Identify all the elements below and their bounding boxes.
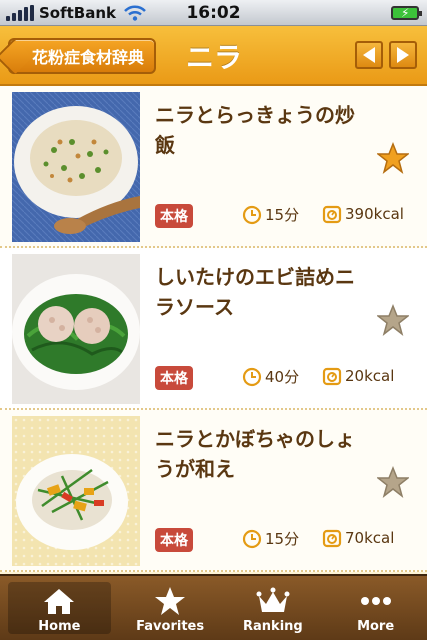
more-dots-icon [360, 597, 391, 605]
calories: 390kcal [322, 204, 404, 224]
recipe-photo-pumpkin [12, 416, 140, 566]
tab-ranking[interactable]: Ranking [222, 576, 325, 640]
cooking-time-value: 40分 [265, 368, 300, 386]
battery-icon: ⚡ [391, 6, 422, 20]
scale-icon [322, 367, 342, 386]
recipe-row[interactable]: しいたけのエビ詰めニラソース 本格 40分 20kcal [0, 248, 427, 410]
back-button[interactable]: 花粉症食材辞典 [8, 38, 157, 74]
tab-label: Favorites [136, 619, 205, 634]
favorite-star-icon[interactable] [377, 466, 409, 498]
crown-icon [256, 587, 290, 612]
calories-value: 390kcal [345, 205, 404, 223]
recipe-photo-fried-rice [12, 92, 140, 242]
recipe-title: ニラとかぼちゃのしょうが和え [155, 427, 355, 481]
clock-icon [242, 367, 262, 386]
clock-icon [242, 205, 262, 224]
tab-home[interactable]: Home [8, 582, 111, 634]
calories-value: 70kcal [345, 529, 395, 547]
cooking-time-value: 15分 [265, 206, 300, 224]
next-button[interactable] [389, 41, 417, 69]
calories: 20kcal [322, 366, 394, 386]
calories: 70kcal [322, 528, 394, 548]
difficulty-badge: 本格 [155, 528, 193, 552]
calories-value: 20kcal [345, 367, 395, 385]
difficulty-badge: 本格 [155, 204, 193, 228]
cooking-time: 15分 [242, 204, 299, 225]
recipe-list[interactable]: ニラとらっきょうの炒飯 本格 15分 390kcal しいたけのエビ詰めニラソー… [0, 86, 427, 574]
star-icon [155, 587, 186, 615]
tab-bar: Home Favorites Ranking More [0, 574, 427, 640]
navigation-bar: 花粉症食材辞典 ニラ [0, 26, 427, 86]
recipe-title: ニラとらっきょうの炒飯 [155, 103, 355, 157]
tab-label: Home [38, 619, 81, 634]
difficulty-badge: 本格 [155, 366, 193, 390]
left-arrow-icon [363, 47, 375, 63]
recipe-photo-shiitake [12, 254, 140, 404]
recipe-title: しいたけのエビ詰めニラソース [155, 265, 355, 319]
recipe-row[interactable]: ニラとらっきょうの炒飯 本格 15分 390kcal [0, 86, 427, 248]
tab-favorites[interactable]: Favorites [119, 576, 222, 640]
previous-button[interactable] [355, 41, 383, 69]
favorite-star-icon[interactable] [377, 304, 409, 336]
tab-label: More [357, 619, 395, 634]
right-arrow-icon [397, 47, 409, 63]
back-button-label: 花粉症食材辞典 [32, 48, 145, 67]
status-bar: SoftBank 16:02 ⚡ [0, 0, 427, 26]
cooking-time-value: 15分 [265, 530, 300, 548]
favorite-star-icon[interactable] [377, 142, 409, 174]
home-icon [44, 589, 75, 614]
cooking-time: 40分 [242, 366, 299, 387]
clock: 16:02 [186, 2, 241, 23]
clock-icon [242, 529, 262, 548]
scale-icon [322, 529, 342, 548]
page-title: ニラ [186, 41, 243, 74]
tab-label: Ranking [243, 619, 303, 634]
tab-more[interactable]: More [324, 576, 427, 640]
recipe-row[interactable]: ニラとかぼちゃのしょうが和え 本格 15分 70kcal [0, 410, 427, 572]
scale-icon [322, 205, 342, 224]
cooking-time: 15分 [242, 528, 299, 549]
